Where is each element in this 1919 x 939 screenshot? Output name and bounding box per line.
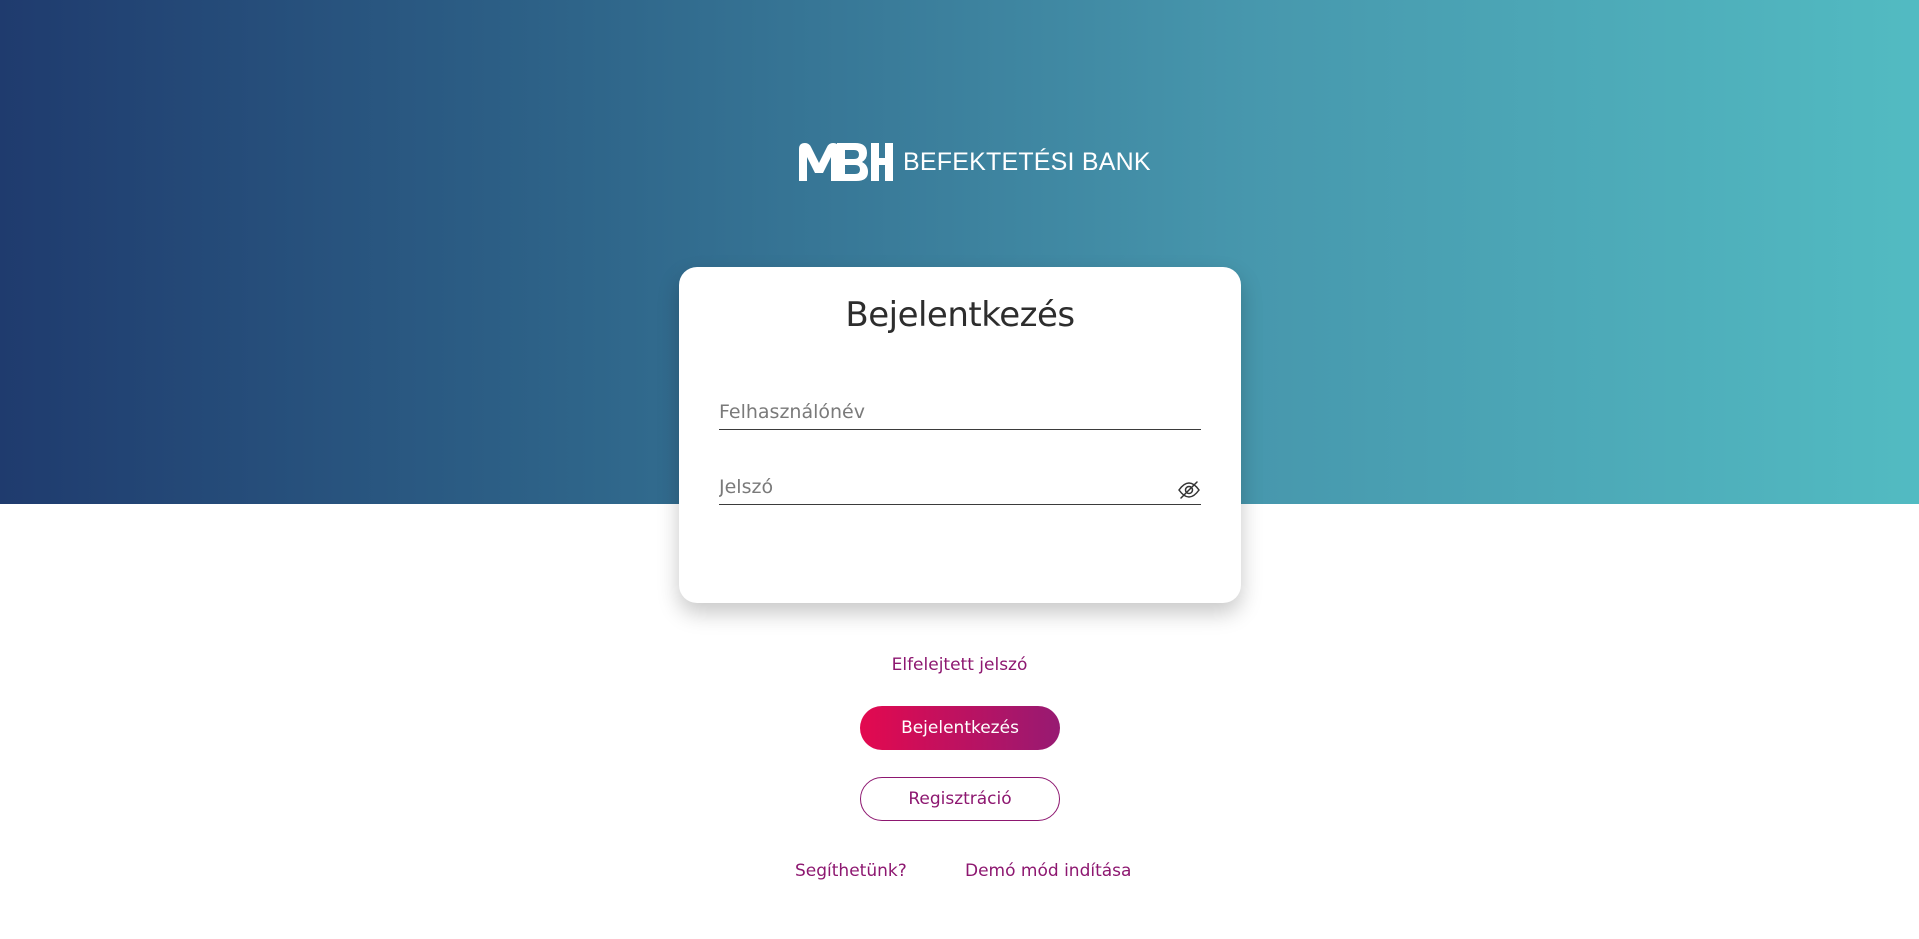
username-field [719, 395, 1201, 430]
help-link[interactable]: Segíthetünk? [795, 861, 907, 881]
login-page: BEFEKTETÉSI BANK Bejelentkezés Elfelejte… [0, 0, 1919, 939]
brand-logo: BEFEKTETÉSI BANK [797, 140, 1151, 184]
mbh-logo-icon [799, 143, 893, 181]
logo-text: BEFEKTETÉSI BANK [903, 147, 1151, 176]
demo-mode-link[interactable]: Demó mód indítása [965, 861, 1131, 881]
username-input[interactable] [719, 395, 1159, 429]
eye-off-icon[interactable] [1177, 478, 1201, 502]
login-card: Bejelentkezés [679, 267, 1241, 603]
register-button[interactable]: Regisztráció [860, 777, 1060, 821]
login-title: Bejelentkezés [845, 295, 1075, 335]
login-button[interactable]: Bejelentkezés [860, 706, 1060, 750]
password-field [719, 470, 1201, 505]
password-input[interactable] [719, 470, 1159, 504]
forgot-password-link[interactable]: Elfelejtett jelszó [0, 655, 1919, 675]
